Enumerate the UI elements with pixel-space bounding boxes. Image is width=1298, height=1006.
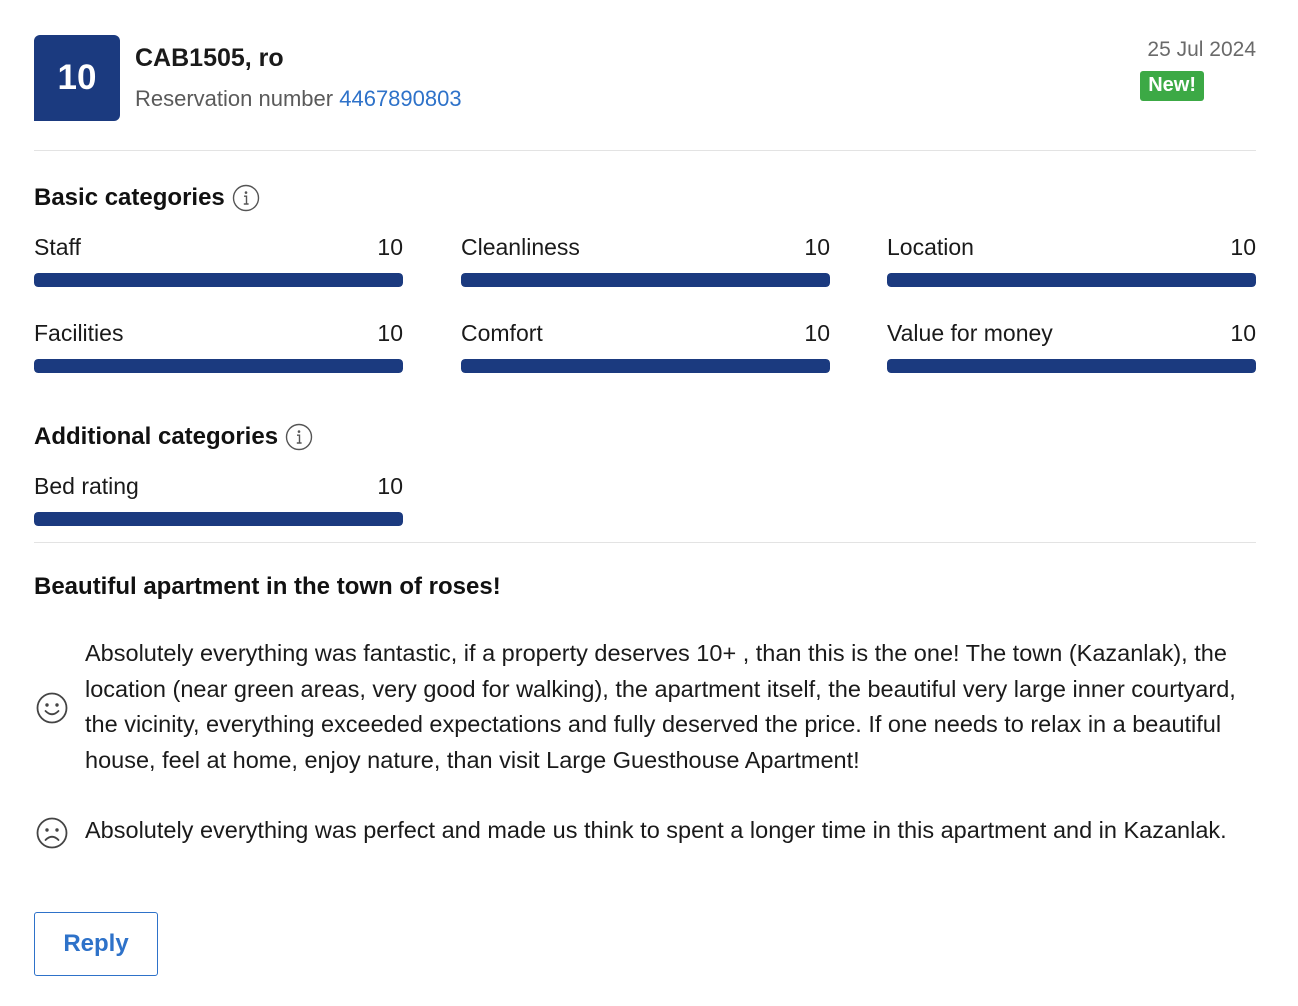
negative-review-text: Absolutely everything was perfect and ma… xyxy=(85,817,1227,843)
negative-review: Absolutely everything was perfect and ma… xyxy=(34,813,1256,851)
reply-button[interactable]: Reply xyxy=(34,912,158,976)
info-icon[interactable] xyxy=(285,423,313,451)
basic-categories-heading: Basic categories xyxy=(34,184,260,212)
category-bed-rating: Bed rating 10 xyxy=(34,473,403,526)
positive-review: Absolutely everything was fantastic, if … xyxy=(34,636,1256,778)
category-comfort: Comfort 10 xyxy=(461,320,830,373)
category-label: Facilities xyxy=(34,320,124,346)
score-bar xyxy=(34,273,403,287)
review-date: 25 Jul 2024 xyxy=(1147,38,1256,61)
score-bar xyxy=(34,512,403,526)
category-score: 10 xyxy=(1230,234,1256,260)
category-location: Location 10 xyxy=(887,234,1256,287)
category-score: 10 xyxy=(804,320,830,346)
info-icon[interactable] xyxy=(232,184,260,212)
category-score: 10 xyxy=(377,234,403,260)
category-label: Location xyxy=(887,234,974,260)
reservation-label: Reservation number xyxy=(135,86,334,111)
score-bar-fill xyxy=(887,273,1256,287)
reservation-number-link[interactable]: 4467890803 xyxy=(339,86,461,111)
score-bar-fill xyxy=(461,273,830,287)
positive-review-text: Absolutely everything was fantastic, if … xyxy=(85,640,1236,773)
score-bar xyxy=(34,359,403,373)
category-value-for-money: Value for money 10 xyxy=(887,320,1256,373)
additional-categories-title: Additional categories xyxy=(34,423,279,450)
reservation-line: Reservation number 4467890803 xyxy=(135,86,462,112)
category-cleanliness: Cleanliness 10 xyxy=(461,234,830,287)
categories-divider xyxy=(34,542,1256,543)
review-title: Beautiful apartment in the town of roses… xyxy=(34,573,501,600)
new-badge: New! xyxy=(1140,71,1204,101)
category-score: 10 xyxy=(377,320,403,346)
category-facilities: Facilities 10 xyxy=(34,320,403,373)
category-staff: Staff 10 xyxy=(34,234,403,287)
basic-categories-title: Basic categories xyxy=(34,184,225,211)
score-bar-fill xyxy=(34,359,403,373)
category-score: 10 xyxy=(377,473,403,499)
category-score: 10 xyxy=(804,234,830,260)
header-divider xyxy=(34,150,1256,151)
score-bar xyxy=(887,273,1256,287)
score-bar-fill xyxy=(461,359,830,373)
score-badge: 10 xyxy=(34,35,120,121)
review-card: 10 CAB1505, ro Reservation number 446789… xyxy=(34,0,1256,1006)
score-bar xyxy=(461,273,830,287)
score-bar xyxy=(887,359,1256,373)
category-label: Staff xyxy=(34,234,81,260)
category-label: Cleanliness xyxy=(461,234,580,260)
score-bar xyxy=(461,359,830,373)
category-label: Bed rating xyxy=(34,473,139,499)
frown-icon xyxy=(36,817,68,849)
guest-name: CAB1505, ro xyxy=(135,44,284,72)
smile-icon xyxy=(36,692,68,724)
category-score: 10 xyxy=(1230,320,1256,346)
score-bar-fill xyxy=(34,512,403,526)
score-bar-fill xyxy=(887,359,1256,373)
category-label: Comfort xyxy=(461,320,543,346)
score-bar-fill xyxy=(34,273,403,287)
additional-categories-heading: Additional categories xyxy=(34,423,313,451)
category-label: Value for money xyxy=(887,320,1053,346)
